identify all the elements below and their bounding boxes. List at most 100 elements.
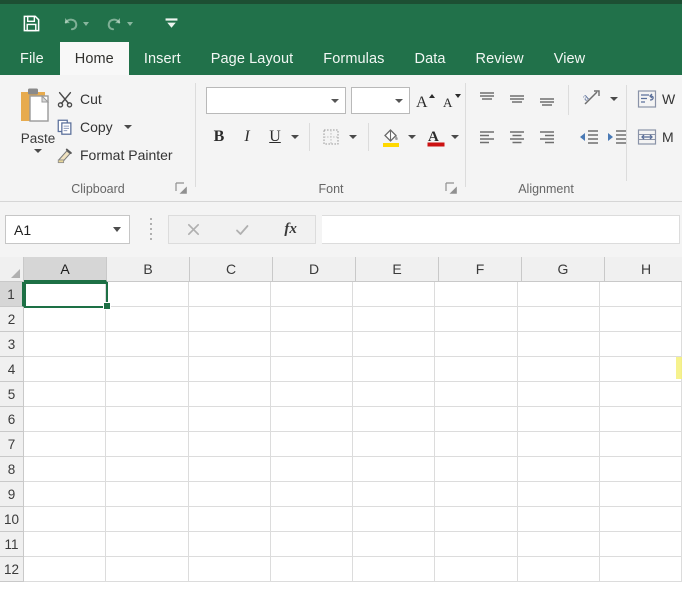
cell-F5[interactable] [435, 382, 518, 407]
cell-B5[interactable] [106, 382, 189, 407]
align-middle-button[interactable] [504, 87, 530, 111]
row-header-2[interactable]: 2 [0, 307, 24, 332]
column-header-b[interactable]: B [107, 257, 190, 282]
cell-F4[interactable] [435, 357, 518, 382]
cell-G12[interactable] [517, 557, 600, 582]
cell-B12[interactable] [106, 557, 189, 582]
cell-D5[interactable] [270, 382, 353, 407]
tab-file[interactable]: File [4, 42, 60, 75]
row-header-10[interactable]: 10 [0, 507, 24, 532]
underline-button[interactable]: U [264, 125, 286, 149]
cell-G7[interactable] [517, 432, 600, 457]
cell-A2[interactable] [24, 307, 107, 332]
cell-E3[interactable] [353, 332, 436, 357]
cell-E1[interactable] [353, 282, 436, 307]
row-header-9[interactable]: 9 [0, 482, 24, 507]
cell-G5[interactable] [517, 382, 600, 407]
cell-B1[interactable] [106, 282, 189, 307]
cell-B7[interactable] [106, 432, 189, 457]
cell-G8[interactable] [517, 457, 600, 482]
cell-F9[interactable] [435, 482, 518, 507]
row-header-8[interactable]: 8 [0, 457, 24, 482]
borders-dropdown-button[interactable] [346, 125, 360, 149]
cell-C1[interactable] [188, 282, 271, 307]
cell-B10[interactable] [106, 507, 189, 532]
column-header-h[interactable]: H [605, 257, 682, 282]
row-header-6[interactable]: 6 [0, 407, 24, 432]
font-size-caret[interactable] [395, 98, 403, 103]
cell-G11[interactable] [517, 532, 600, 557]
cell-D11[interactable] [270, 532, 353, 557]
cell-C4[interactable] [188, 357, 271, 382]
increase-font-size-button[interactable]: A [414, 87, 438, 114]
cell-H1[interactable] [599, 282, 682, 307]
cell-E2[interactable] [353, 307, 436, 332]
fill-color-button[interactable] [378, 123, 404, 151]
paste-dropdown-caret[interactable] [34, 149, 42, 153]
cell-F3[interactable] [435, 332, 518, 357]
cell-C6[interactable] [188, 407, 271, 432]
underline-dropdown-button[interactable] [288, 125, 302, 149]
cell-G2[interactable] [517, 307, 600, 332]
column-header-g[interactable]: G [522, 257, 605, 282]
cell-A10[interactable] [24, 507, 107, 532]
cell-H3[interactable] [599, 332, 682, 357]
cell-B2[interactable] [106, 307, 189, 332]
cell-D6[interactable] [270, 407, 353, 432]
align-right-button[interactable] [534, 125, 560, 149]
cell-E11[interactable] [353, 532, 436, 557]
cell-G10[interactable] [517, 507, 600, 532]
cell-G3[interactable] [517, 332, 600, 357]
cell-F10[interactable] [435, 507, 518, 532]
enter-formula-button[interactable] [218, 216, 267, 243]
cell-G1[interactable] [517, 282, 600, 307]
tab-formulas[interactable]: Formulas [308, 42, 399, 75]
cell-A9[interactable] [24, 482, 107, 507]
font-color-button[interactable]: A [424, 123, 448, 151]
cell-D4[interactable] [270, 357, 353, 382]
cell-B11[interactable] [106, 532, 189, 557]
redo-button[interactable] [92, 8, 136, 38]
cell-C2[interactable] [188, 307, 271, 332]
cell-B9[interactable] [106, 482, 189, 507]
cell-H5[interactable] [599, 382, 682, 407]
cut-button[interactable]: Cut [56, 87, 102, 111]
cell-E5[interactable] [353, 382, 436, 407]
cell-F12[interactable] [435, 557, 518, 582]
wrap-text-button[interactable]: W [636, 85, 682, 113]
row-header-1[interactable]: 1 [0, 282, 24, 307]
row-header-12[interactable]: 12 [0, 557, 24, 582]
cell-A11[interactable] [24, 532, 107, 557]
font-size-combobox[interactable] [351, 87, 410, 114]
cell-F6[interactable] [435, 407, 518, 432]
cell-H11[interactable] [599, 532, 682, 557]
row-header-3[interactable]: 3 [0, 332, 24, 357]
cell-F11[interactable] [435, 532, 518, 557]
cell-H12[interactable] [599, 557, 682, 582]
cell-H2[interactable] [599, 307, 682, 332]
copy-dropdown-caret[interactable] [123, 125, 132, 129]
redo-dropdown-caret[interactable] [127, 22, 133, 26]
decrease-font-size-button[interactable]: A [440, 87, 464, 114]
italic-button[interactable]: I [236, 125, 258, 149]
cell-H6[interactable] [599, 407, 682, 432]
column-header-f[interactable]: F [439, 257, 522, 282]
cell-F8[interactable] [435, 457, 518, 482]
cell-E4[interactable] [353, 357, 436, 382]
cell-C5[interactable] [188, 382, 271, 407]
column-header-a[interactable]: A [24, 257, 107, 282]
row-header-11[interactable]: 11 [0, 532, 24, 557]
cell-H9[interactable] [599, 482, 682, 507]
align-top-button[interactable] [474, 87, 500, 111]
align-center-button[interactable] [504, 125, 530, 149]
column-header-c[interactable]: C [190, 257, 273, 282]
cell-C3[interactable] [188, 332, 271, 357]
cell-A8[interactable] [24, 457, 107, 482]
cell-H4[interactable] [599, 357, 682, 382]
column-header-d[interactable]: D [273, 257, 356, 282]
cell-D7[interactable] [270, 432, 353, 457]
cell-G9[interactable] [517, 482, 600, 507]
row-header-4[interactable]: 4 [0, 357, 24, 382]
cell-H10[interactable] [599, 507, 682, 532]
cell-C11[interactable] [188, 532, 271, 557]
